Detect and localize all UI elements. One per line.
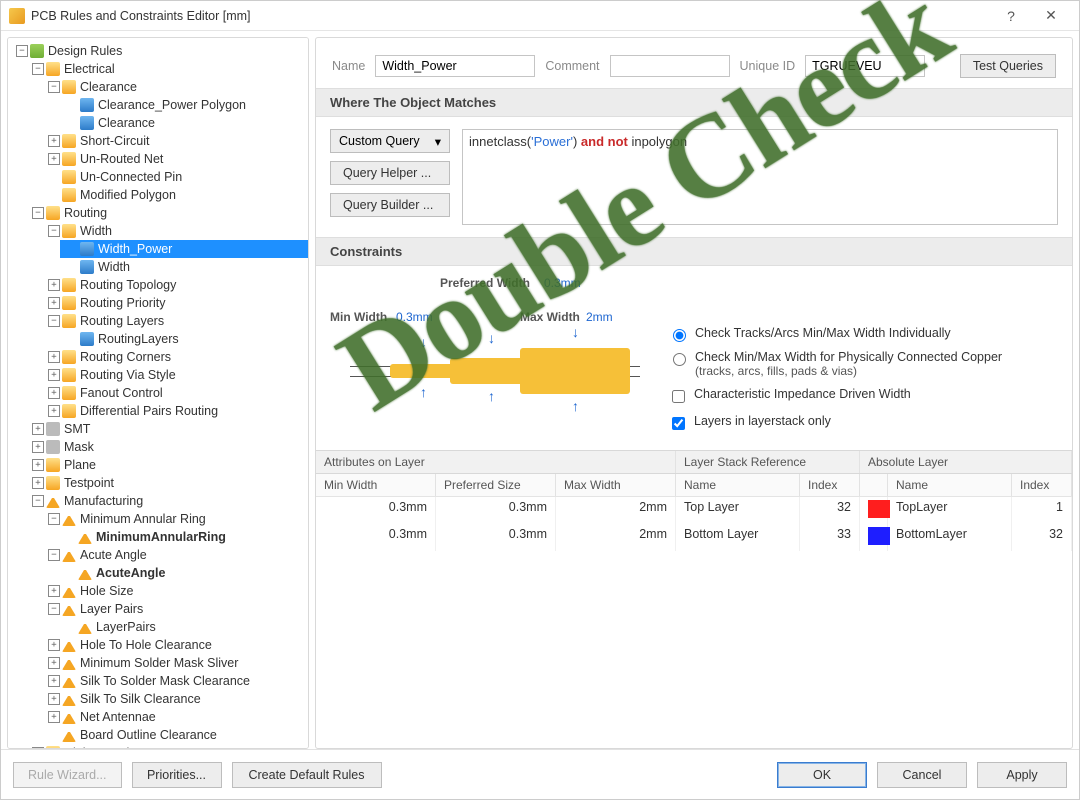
- tree-diff-pairs[interactable]: +Differential Pairs Routing: [44, 402, 308, 420]
- body: −Design Rules −Electrical −Clearance Cle…: [1, 31, 1079, 749]
- tree-manufacturing[interactable]: −Manufacturing: [28, 492, 308, 510]
- tree-routing-layers[interactable]: −Routing Layers: [44, 312, 308, 330]
- name-label: Name: [332, 59, 365, 73]
- tree-design-rules[interactable]: −Design Rules: [12, 42, 308, 60]
- max-width-value[interactable]: 2mm: [586, 310, 613, 324]
- help-button[interactable]: ?: [991, 1, 1031, 30]
- tree-min-annular[interactable]: −Minimum Annular Ring: [44, 510, 308, 528]
- query-builder-button[interactable]: Query Builder ...: [330, 193, 450, 217]
- tree-width[interactable]: −Width: [44, 222, 308, 240]
- query-helper-button[interactable]: Query Helper ...: [330, 161, 450, 185]
- tree-hole-to-hole[interactable]: +Hole To Hole Clearance: [44, 636, 308, 654]
- layer-grid[interactable]: Attributes on Layer Layer Stack Referenc…: [316, 450, 1072, 551]
- tree-net-antennae[interactable]: +Net Antennae: [44, 708, 308, 726]
- check-connected-copper-radio[interactable]: Check Min/Max Width for Physically Conne…: [668, 350, 1058, 379]
- tree-silk-to-solder[interactable]: +Silk To Solder Mask Clearance: [44, 672, 308, 690]
- tree-min-solder-mask[interactable]: +Minimum Solder Mask Sliver: [44, 654, 308, 672]
- chevron-down-icon: ▾: [435, 134, 441, 149]
- name-input[interactable]: [375, 55, 535, 77]
- tree-fanout-control[interactable]: +Fanout Control: [44, 384, 308, 402]
- comment-label: Comment: [545, 59, 599, 73]
- test-queries-button[interactable]: Test Queries: [960, 54, 1056, 78]
- tree-layerpairs-leaf[interactable]: LayerPairs: [60, 618, 308, 636]
- matches-body: Custom Query▾ Query Helper ... Query Bui…: [316, 117, 1072, 237]
- col-abs-name[interactable]: Name: [888, 474, 1012, 496]
- table-row[interactable]: 0.3mm 0.3mm 2mm Bottom Layer 33 BottomLa…: [316, 524, 1072, 551]
- check-individually-radio[interactable]: Check Tracks/Arcs Min/Max Width Individu…: [668, 326, 1058, 342]
- close-button[interactable]: ✕: [1031, 1, 1071, 30]
- layerstack-only-checkbox[interactable]: Layers in layerstack only: [668, 414, 1058, 433]
- titlebar: PCB Rules and Constraints Editor [mm] ? …: [1, 1, 1079, 31]
- tree-routing[interactable]: −Routing: [28, 204, 308, 222]
- table-row[interactable]: 0.3mm 0.3mm 2mm Top Layer 32 TopLayer 1: [316, 497, 1072, 524]
- tree-routinglayers-leaf[interactable]: RoutingLayers: [60, 330, 308, 348]
- match-mode-dropdown[interactable]: Custom Query▾: [330, 129, 450, 153]
- tree-clearance-rule[interactable]: Clearance: [60, 114, 308, 132]
- cancel-button[interactable]: Cancel: [877, 762, 967, 788]
- layer-color-swatch: [868, 500, 890, 518]
- width-diagram: Preferred Width 0.3mm Min Width 0.3mm Ma…: [330, 276, 650, 446]
- apply-button[interactable]: Apply: [977, 762, 1067, 788]
- tree-routing-priority[interactable]: +Routing Priority: [44, 294, 308, 312]
- tree-unconnected-pin[interactable]: Un-Connected Pin: [44, 168, 308, 186]
- priorities-button[interactable]: Priorities...: [132, 762, 222, 788]
- app-window: PCB Rules and Constraints Editor [mm] ? …: [0, 0, 1080, 800]
- impedance-driven-checkbox[interactable]: Characteristic Impedance Driven Width: [668, 387, 1058, 406]
- layer-color-swatch: [868, 527, 890, 545]
- tree-routing-topology[interactable]: +Routing Topology: [44, 276, 308, 294]
- tree-board-outline[interactable]: Board Outline Clearance: [44, 726, 308, 744]
- tree-hole-size[interactable]: +Hole Size: [44, 582, 308, 600]
- col-stack-name[interactable]: Name: [676, 474, 800, 496]
- create-default-rules-button[interactable]: Create Default Rules: [232, 762, 382, 788]
- grid-group-stack: Layer Stack Reference: [676, 451, 860, 473]
- comment-input[interactable]: [610, 55, 730, 77]
- window-title: PCB Rules and Constraints Editor [mm]: [31, 9, 991, 23]
- constraints-header: Constraints: [316, 237, 1072, 266]
- tree-modified-polygon[interactable]: Modified Polygon: [44, 186, 308, 204]
- tree-width-power[interactable]: Width_Power: [60, 240, 308, 258]
- tree-unrouted-net[interactable]: +Un-Routed Net: [44, 150, 308, 168]
- col-abs-index[interactable]: Index: [1012, 474, 1072, 496]
- tree-testpoint[interactable]: +Testpoint: [28, 474, 308, 492]
- dialog-footer: Rule Wizard... Priorities... Create Defa…: [1, 749, 1079, 799]
- tree-electrical[interactable]: −Electrical: [28, 60, 308, 78]
- tree-short-circuit[interactable]: +Short-Circuit: [44, 132, 308, 150]
- tree-silk-to-silk[interactable]: +Silk To Silk Clearance: [44, 690, 308, 708]
- col-min-width[interactable]: Min Width: [316, 474, 436, 496]
- tree-layer-pairs[interactable]: −Layer Pairs: [44, 600, 308, 618]
- tree-routing-corners[interactable]: +Routing Corners: [44, 348, 308, 366]
- tree-min-annular-leaf[interactable]: MinimumAnnularRing: [60, 528, 308, 546]
- matches-header: Where The Object Matches: [316, 88, 1072, 117]
- tree-clearance-power-polygon[interactable]: Clearance_Power Polygon: [60, 96, 308, 114]
- rule-header-form: Name Comment Unique ID Test Queries: [316, 38, 1072, 88]
- uid-input[interactable]: [805, 55, 925, 77]
- constraint-options: Check Tracks/Arcs Min/Max Width Individu…: [668, 276, 1058, 446]
- grid-group-absolute: Absolute Layer: [860, 451, 1072, 473]
- tree-acute-angle-leaf[interactable]: AcuteAngle: [60, 564, 308, 582]
- ok-button[interactable]: OK: [777, 762, 867, 788]
- rule-content: Name Comment Unique ID Test Queries Wher…: [315, 37, 1073, 749]
- constraints-body: Preferred Width 0.3mm Min Width 0.3mm Ma…: [316, 266, 1072, 450]
- col-max-width[interactable]: Max Width: [556, 474, 676, 496]
- tree-routing-via-style[interactable]: +Routing Via Style: [44, 366, 308, 384]
- tree-smt[interactable]: +SMT: [28, 420, 308, 438]
- rule-wizard-button: Rule Wizard...: [13, 762, 122, 788]
- query-editor[interactable]: innetclass('Power') and not inpolygon: [462, 129, 1058, 225]
- col-preferred[interactable]: Preferred Size: [436, 474, 556, 496]
- rules-tree[interactable]: −Design Rules −Electrical −Clearance Cle…: [7, 37, 309, 749]
- preferred-width-value[interactable]: 0.3mm: [544, 276, 581, 290]
- app-icon: [9, 8, 25, 24]
- tree-width-rule[interactable]: Width: [60, 258, 308, 276]
- uid-label: Unique ID: [740, 59, 796, 73]
- tree-plane[interactable]: +Plane: [28, 456, 308, 474]
- grid-group-attributes: Attributes on Layer: [316, 451, 676, 473]
- tree-mask[interactable]: +Mask: [28, 438, 308, 456]
- col-stack-index[interactable]: Index: [800, 474, 860, 496]
- min-width-value[interactable]: 0.3mm: [396, 310, 433, 324]
- tree-clearance[interactable]: −Clearance: [44, 78, 308, 96]
- tree-acute-angle[interactable]: −Acute Angle: [44, 546, 308, 564]
